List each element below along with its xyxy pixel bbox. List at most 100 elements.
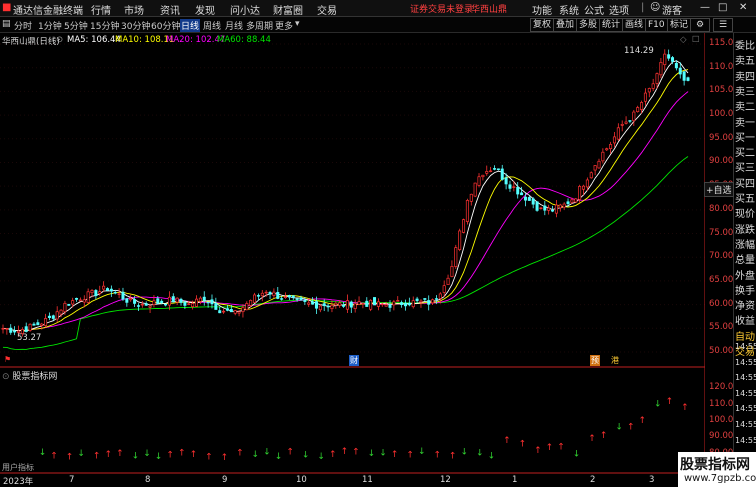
candle[interactable]: [678, 67, 682, 75]
candle[interactable]: [620, 123, 624, 126]
candle[interactable]: [28, 323, 32, 331]
candle[interactable]: [32, 323, 36, 326]
candle[interactable]: [431, 299, 435, 304]
candle[interactable]: [156, 298, 160, 304]
candle[interactable]: [566, 201, 570, 205]
candle[interactable]: [47, 315, 51, 318]
menu-item-jiaoyi[interactable]: 交易: [317, 2, 337, 17]
candle[interactable]: [253, 294, 257, 303]
candle[interactable]: [140, 303, 144, 306]
candle[interactable]: [59, 309, 63, 315]
candle[interactable]: [314, 301, 318, 309]
candle[interactable]: [198, 297, 202, 302]
candle[interactable]: [121, 291, 125, 300]
close-icon[interactable]: ✕: [739, 2, 747, 13]
candle[interactable]: [496, 168, 500, 171]
candle[interactable]: [605, 148, 609, 151]
candle[interactable]: [71, 300, 75, 305]
candle[interactable]: [44, 318, 48, 326]
candle[interactable]: [558, 204, 562, 209]
candle[interactable]: [218, 310, 222, 314]
multi-stock-button[interactable]: 多股: [576, 18, 601, 32]
candle[interactable]: [663, 53, 667, 66]
user-icon[interactable]: ☺: [650, 2, 660, 13]
candle[interactable]: [233, 310, 237, 314]
candle[interactable]: [133, 299, 137, 304]
candle[interactable]: [523, 196, 527, 201]
candle[interactable]: [612, 136, 616, 144]
candle[interactable]: [593, 165, 597, 171]
candle[interactable]: [345, 300, 349, 310]
menu-item-gongneng[interactable]: 功能: [532, 2, 552, 17]
candle[interactable]: [392, 301, 396, 306]
candle[interactable]: [36, 322, 40, 326]
candle[interactable]: [40, 323, 44, 326]
minimize-icon[interactable]: —: [700, 2, 710, 13]
candle[interactable]: [241, 307, 245, 313]
tab-more[interactable]: 更多: [275, 19, 293, 32]
menu-item-gongshi[interactable]: 公式: [584, 2, 604, 17]
candle[interactable]: [202, 296, 206, 301]
overlay-button[interactable]: 叠加: [553, 18, 578, 32]
event-badge-cai[interactable]: 财: [349, 355, 359, 366]
candle[interactable]: [82, 299, 86, 303]
candle[interactable]: [160, 300, 164, 304]
menu-item-xitong[interactable]: 系统: [559, 2, 579, 17]
menu-item-faxian[interactable]: 发现: [195, 2, 215, 17]
candle[interactable]: [256, 295, 260, 297]
candle[interactable]: [450, 266, 454, 277]
candle[interactable]: [260, 292, 264, 297]
candle[interactable]: [415, 298, 419, 302]
candle[interactable]: [272, 291, 276, 296]
candle[interactable]: [551, 209, 555, 212]
event-badge-gang[interactable]: 港: [611, 355, 619, 366]
menu-item-hangqing[interactable]: 行情: [91, 2, 111, 17]
candle[interactable]: [171, 296, 175, 303]
candle[interactable]: [307, 302, 311, 305]
candle[interactable]: [423, 298, 427, 300]
tab-monthly[interactable]: 月线: [225, 19, 243, 32]
tab-fenshi[interactable]: 分时: [14, 19, 32, 32]
candle[interactable]: [1, 328, 5, 330]
candle[interactable]: [485, 171, 489, 174]
f10-button[interactable]: F10: [645, 18, 668, 32]
candle[interactable]: [144, 303, 148, 306]
candle[interactable]: [361, 302, 365, 305]
candle[interactable]: [225, 308, 229, 311]
candle[interactable]: [438, 293, 442, 299]
candle[interactable]: [102, 285, 106, 290]
tab-15min[interactable]: 15分钟: [90, 19, 119, 32]
statistics-button[interactable]: 统计: [599, 18, 624, 32]
candle[interactable]: [268, 292, 272, 295]
candle[interactable]: [462, 219, 466, 233]
candle[interactable]: [597, 160, 601, 169]
candle[interactable]: [543, 205, 547, 211]
candle[interactable]: [562, 203, 566, 208]
login-status[interactable]: 证券交易未登录: [410, 2, 473, 15]
candle[interactable]: [407, 302, 411, 306]
candle[interactable]: [175, 297, 179, 303]
grid-icon[interactable]: ▤: [2, 19, 11, 29]
mark-button[interactable]: 标记: [667, 18, 692, 32]
event-badge-yu[interactable]: 预: [590, 355, 600, 366]
candle[interactable]: [411, 300, 415, 308]
candle[interactable]: [427, 300, 431, 305]
candle[interactable]: [582, 185, 586, 190]
candle[interactable]: [167, 296, 171, 306]
candle[interactable]: [384, 304, 388, 307]
candle[interactable]: [369, 299, 373, 310]
candle[interactable]: [674, 62, 678, 69]
candle[interactable]: [148, 305, 152, 308]
candle[interactable]: [570, 199, 574, 203]
candle[interactable]: [628, 120, 632, 122]
candle[interactable]: [659, 62, 663, 76]
candle[interactable]: [419, 300, 423, 303]
candle[interactable]: [686, 77, 690, 81]
candle[interactable]: [481, 174, 485, 178]
candle[interactable]: [469, 193, 473, 202]
add-self-select-button[interactable]: +自选: [704, 182, 734, 197]
candle[interactable]: [365, 300, 369, 307]
candle[interactable]: [237, 311, 241, 314]
menu-item-shichang[interactable]: 市场: [124, 2, 144, 17]
candle[interactable]: [489, 170, 493, 172]
